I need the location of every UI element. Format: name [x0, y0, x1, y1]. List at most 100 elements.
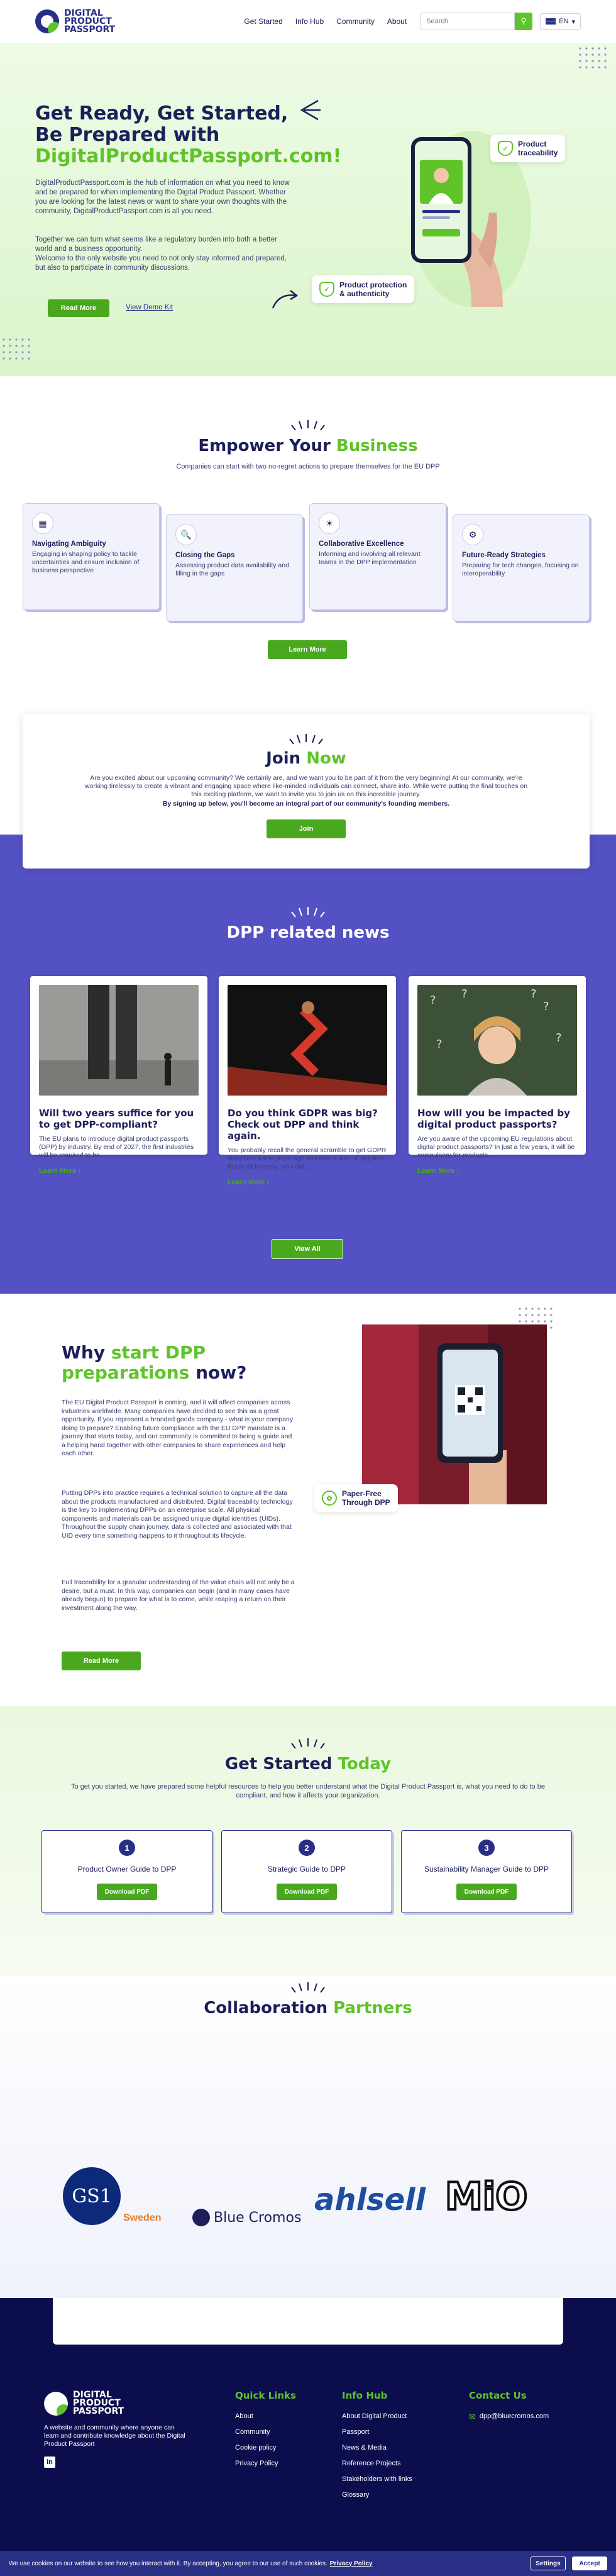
footer-link[interactable]: Glossary — [342, 2487, 412, 2503]
partners-title-text: Collaboration — [204, 1999, 328, 2018]
badge-text: Product — [518, 140, 547, 148]
download-pdf-button[interactable]: Download PDF — [277, 1884, 337, 1900]
footer-link[interactable]: Privacy Policy — [235, 2456, 296, 2472]
site-logo[interactable]: DIGITAL PRODUCT PASSPORT — [35, 9, 146, 34]
partners-title: Collaboration Partners — [0, 1999, 616, 2018]
read-more-button[interactable]: Read More — [48, 299, 109, 317]
footer-link[interactable]: Cookie policy — [235, 2440, 296, 2456]
news-image — [39, 985, 199, 1096]
news-card[interactable]: Do you think GDPR was big? Check out DPP… — [219, 976, 396, 1186]
footer-link[interactable]: Reference Projects — [342, 2456, 412, 2472]
cookie-accept-button[interactable]: Accept — [572, 2557, 607, 2570]
chevron-right-icon: › — [267, 1179, 270, 1186]
rays-decoration-icon — [291, 1982, 325, 1993]
footer-link[interactable]: Stakeholders with links — [342, 2472, 412, 2487]
chevron-right-icon: › — [456, 1167, 459, 1175]
language-label: EN — [559, 18, 569, 25]
partner-logo-mio[interactable]: MiO — [444, 2174, 529, 2220]
svg-text:?: ? — [543, 1000, 549, 1013]
linkedin-icon[interactable]: in — [44, 2457, 55, 2468]
gs1-logo: GS1 — [63, 2167, 121, 2225]
footer-link[interactable]: Community — [235, 2424, 296, 2440]
footer-description: A website and community where anyone can… — [44, 2424, 185, 2448]
join-text: Are you excited about our upcoming commu… — [84, 774, 528, 798]
language-selector[interactable]: EN ▾ — [540, 13, 581, 30]
logo-icon — [35, 9, 59, 33]
join-section: Join Now Are you excited about our upcom… — [23, 714, 590, 869]
strategy-icon: ⚙ — [462, 524, 483, 545]
news-card[interactable]: ?????? How will you be impacted by digit… — [409, 976, 586, 1175]
grid-icon: ▦ — [32, 513, 53, 534]
get-started-title-highlight: Today — [338, 1755, 392, 1774]
view-demo-link[interactable]: View Demo Kit — [126, 304, 173, 311]
get-started-title-text: Get Started — [224, 1755, 333, 1774]
download-pdf-button[interactable]: Download PDF — [456, 1884, 517, 1900]
nav-about[interactable]: About — [387, 17, 407, 26]
cookie-settings-button[interactable]: Settings — [531, 2557, 566, 2570]
footer-link[interactable]: About — [235, 2409, 296, 2424]
svg-text:?: ? — [430, 994, 436, 1007]
hero-title: Get Ready, Get Started, Be Prepared with… — [35, 103, 341, 167]
dot-grid-decoration — [3, 338, 30, 360]
empower-subtitle: Companies can start with two no-regret a… — [176, 463, 440, 470]
rays-decoration-icon — [291, 1738, 325, 1749]
paper-free-badge: ✿ Paper-Free Through DPP — [314, 1484, 398, 1512]
gs1-sub: Sweden — [123, 2212, 162, 2223]
nav-community[interactable]: Community — [336, 17, 375, 26]
badge-text: traceability — [518, 148, 558, 157]
join-button[interactable]: Join — [267, 819, 346, 838]
nav-info-hub[interactable]: Info Hub — [295, 17, 324, 26]
footer-quick-links: Quick Links About Community Cookie polic… — [235, 2390, 296, 2472]
svg-text:?: ? — [531, 987, 537, 1001]
person-profile-image — [420, 160, 463, 236]
read-more-button[interactable]: Read More — [62, 1652, 141, 1670]
download-pdf-button[interactable]: Download PDF — [97, 1884, 157, 1900]
footer-contact: Contact Us ✉ dpp@bluecromos.com — [469, 2390, 549, 2424]
footer-heading: Contact Us — [469, 2390, 527, 2401]
contact-email[interactable]: dpp@bluecromos.com — [480, 2409, 549, 2424]
bluecromos-icon — [192, 2209, 210, 2226]
empower-title: Empower Your Business — [0, 436, 616, 455]
join-title: Join Now — [23, 749, 590, 768]
learn-more-button[interactable]: Learn More — [268, 640, 347, 659]
footer-link[interactable]: News & Media — [342, 2440, 412, 2456]
hero-title-highlight: DigitalProductPassport.com! — [35, 145, 342, 167]
badge-text: Paper-Free — [342, 1489, 382, 1498]
feature-card: ☀ Collaborative Excellence Informing and… — [309, 503, 446, 610]
news-card-text: The EU plans to introduce digital produc… — [39, 1135, 194, 1159]
empower-title-highlight: Business — [336, 436, 418, 455]
hero-paragraph: DigitalProductPassport.com is the hub of… — [35, 179, 290, 215]
partner-logo-ahlsell[interactable]: ahlsell — [314, 2182, 426, 2218]
feature-card: ⚙ Future-Ready Strategies Preparing for … — [453, 514, 590, 621]
shield-check-icon: ✓ — [498, 141, 513, 156]
learn-more-link[interactable]: Learn More › — [228, 1179, 387, 1186]
empower-section: Empower Your Business Companies can star… — [0, 419, 616, 470]
search-input[interactable] — [421, 13, 515, 30]
rays-decoration-icon — [291, 420, 325, 431]
why-title-text: now? — [195, 1362, 247, 1383]
nav-get-started[interactable]: Get Started — [244, 17, 282, 26]
footer-info-hub: Info Hub About Digital Product Passport … — [342, 2390, 412, 2503]
search-button[interactable]: ⚲ — [515, 13, 533, 30]
feature-card-title: Future-Ready Strategies — [462, 552, 546, 559]
guide-card: 2 Strategic Guide to DPP Download PDF — [221, 1830, 392, 1913]
partner-logo-bluecromos[interactable]: Blue Cromos — [192, 2209, 301, 2226]
footer-link[interactable]: About Digital Product — [342, 2409, 412, 2424]
footer-logo[interactable]: DIGITAL PRODUCT PASSPORT — [44, 2390, 155, 2416]
partner-logo-gs1[interactable]: GS1 Sweden — [63, 2167, 161, 2225]
view-all-button[interactable]: View All — [272, 1239, 343, 1259]
learn-more-link[interactable]: Learn More › — [417, 1167, 577, 1175]
learn-more-link[interactable]: Learn More › — [39, 1167, 199, 1175]
join-title-highlight: Now — [306, 749, 346, 768]
svg-text:?: ? — [461, 987, 468, 1001]
feature-card-title: Closing the Gaps — [175, 552, 235, 559]
feature-card-title: Navigating Ambiguity — [32, 540, 106, 548]
search-box: ⚲ — [421, 13, 533, 30]
partners-title-highlight: Partners — [333, 1999, 412, 2018]
why-paragraph: Full traceability for a granular underst… — [62, 1579, 295, 1612]
join-title-text: Join — [266, 749, 301, 768]
partners-section — [0, 1976, 616, 2341]
privacy-policy-link[interactable]: Privacy Policy — [330, 2560, 373, 2567]
news-card[interactable]: Will two years suffice for you to get DP… — [30, 976, 207, 1175]
footer-link[interactable]: Passport — [342, 2424, 412, 2440]
